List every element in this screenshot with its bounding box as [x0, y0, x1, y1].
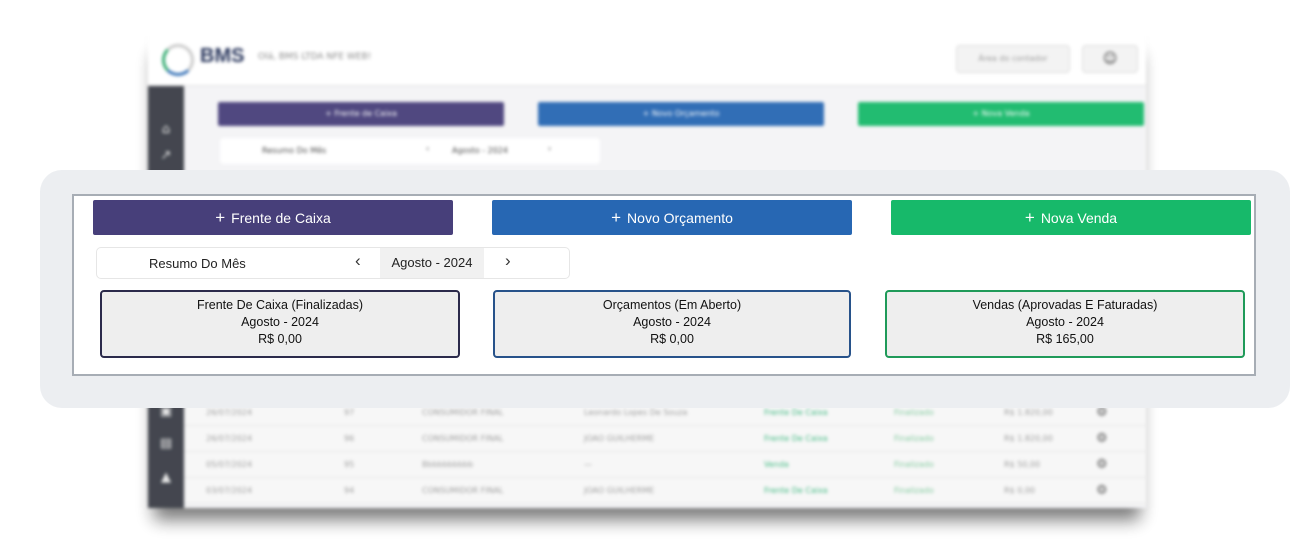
table-cell-origin: Frente De Caixa — [764, 434, 828, 443]
table-cell-status: Finalizado — [894, 408, 934, 417]
bg-prev-icon[interactable]: ‹ — [426, 144, 429, 153]
bg-novo-orcamento-button[interactable]: + Novo Orçamento — [538, 102, 824, 126]
plus-icon: + — [215, 208, 226, 227]
chevron-left-icon[interactable]: ‹ — [355, 252, 361, 269]
chart-icon[interactable]: ↗ — [157, 148, 175, 164]
accountant-area-button[interactable]: Área do contador — [956, 45, 1070, 73]
summary-label: Resumo Do Mês — [149, 256, 246, 271]
sales-table: 26/07/2024 97 CONSUMIDOR FINAL Leonardo Lop… — [184, 400, 1146, 504]
bg-summary-label: Resumo Do Mês — [262, 146, 327, 155]
table-row[interactable]: 03/07/2024 94 CONSUMIDOR FINAL JOAO GUILHER… — [184, 478, 1146, 504]
bg-frente-caixa-label: Frente de Caixa — [334, 109, 397, 118]
logo-text: BMS — [200, 45, 245, 67]
table-cell-origin: Venda — [764, 460, 789, 469]
store-icon[interactable]: ▲ — [157, 470, 175, 486]
card-amount: R$ 0,00 — [650, 332, 694, 346]
month-label: Agosto - 2024 — [391, 255, 473, 270]
table-cell-date: 26/07/2024 — [206, 408, 253, 417]
month-selector: Agosto - 2024 — [380, 248, 484, 278]
table-cell-seller: JOAO GUILHERME — [584, 434, 655, 443]
user-icon[interactable]: ☺ — [1082, 45, 1138, 73]
table-cell-seller: Leonardo Lopes De Souza — [584, 408, 688, 417]
gear-icon[interactable]: ⚙ — [1096, 431, 1108, 446]
novo-orcamento-button[interactable]: + Novo Orçamento — [492, 200, 852, 235]
table-cell-value: R$ 1.820,00 — [1004, 408, 1053, 417]
table-cell-number: 97 — [344, 408, 355, 417]
bg-next-icon[interactable]: › — [548, 144, 551, 153]
bg-novo-orcamento-label: Novo Orçamento — [651, 109, 720, 118]
bg-summary-bar: Resumo Do Mês ‹ Agosto - 2024 › — [220, 138, 600, 164]
table-cell-value: R$ 1.820,00 — [1004, 434, 1053, 443]
bg-frente-caixa-button[interactable]: + Frente de Caixa — [218, 102, 504, 126]
nova-venda-label: Nova Venda — [1040, 209, 1118, 226]
card-frente-caixa[interactable]: Frente De Caixa (Finalizadas) Agosto - 2… — [100, 290, 460, 358]
card-period: Agosto - 2024 — [633, 315, 711, 329]
card-period: Agosto - 2024 — [241, 315, 319, 329]
bg-nova-venda-label: Nova Venda — [981, 109, 1030, 118]
table-cell-client: CONSUMIDOR FINAL — [422, 434, 504, 443]
table-cell-status: Finalizado — [894, 434, 934, 443]
month-summary-bar: Resumo Do Mês ‹ Agosto - 2024 › — [96, 247, 570, 279]
card-title: Orçamentos (Em Aberto) — [602, 298, 742, 312]
gear-icon[interactable]: ⚙ — [1096, 483, 1108, 498]
table-cell-client: CONSUMIDOR FINAL — [422, 486, 504, 495]
table-row[interactable]: 05/07/2024 95 Bbbbbbbbbb — Venda Finalizado R$… — [184, 452, 1146, 478]
stage: BMS Olá, BMS LTDA NFE WEB! Área do conta… — [0, 0, 1316, 542]
gear-icon[interactable]: ⚙ — [1096, 457, 1108, 472]
card-title: Vendas (Aprovadas E Faturadas) — [972, 298, 1158, 312]
cash-icon[interactable]: ▤ — [157, 436, 175, 452]
table-cell-date: 05/07/2024 — [206, 460, 253, 469]
table-cell-status: Finalizado — [894, 486, 934, 495]
bg-month-label: Agosto - 2024 — [452, 146, 508, 155]
table-cell-date: 26/07/2024 — [206, 434, 253, 443]
greeting-text: Olá, BMS LTDA NFE WEB! — [258, 52, 372, 62]
nova-venda-button[interactable]: + Nova Venda — [891, 200, 1251, 235]
card-amount: R$ 0,00 — [258, 332, 302, 346]
table-cell-date: 03/07/2024 — [206, 486, 253, 495]
table-cell-origin: Frente De Caixa — [764, 408, 828, 417]
table-cell-value: R$ 50,00 — [1004, 460, 1041, 469]
card-amount: R$ 165,00 — [1036, 332, 1094, 346]
card-orcamentos[interactable]: Orçamentos (Em Aberto) Agosto - 2024 R$ … — [493, 290, 851, 358]
chevron-right-icon[interactable]: › — [505, 252, 511, 269]
frente-caixa-button[interactable]: + Frente de Caixa — [93, 200, 453, 235]
table-cell-value: R$ 0,00 — [1004, 486, 1036, 495]
table-cell-seller: JOAO GUILHERME — [584, 486, 655, 495]
table-cell-origin: Frente De Caixa — [764, 486, 828, 495]
card-period: Agosto - 2024 — [1026, 315, 1104, 329]
novo-orcamento-label: Novo Orçamento — [627, 209, 733, 226]
table-row[interactable]: 26/07/2024 96 CONSUMIDOR FINAL JOAO GUILHER… — [184, 426, 1146, 452]
table-cell-client: Bbbbbbbbbb — [422, 460, 474, 469]
table-cell-number: 96 — [344, 434, 355, 443]
card-vendas[interactable]: Vendas (Aprovadas E Faturadas) Agosto - … — [885, 290, 1245, 358]
plus-icon: + — [1024, 208, 1035, 227]
table-cell-client: CONSUMIDOR FINAL — [422, 408, 504, 417]
bg-nova-venda-button[interactable]: + Nova Venda — [858, 102, 1144, 126]
home-icon[interactable]: ⌂ — [157, 122, 175, 138]
logo-ring-icon — [162, 44, 194, 76]
table-cell-number: 95 — [344, 460, 355, 469]
top-bar: BMS Olá, BMS LTDA NFE WEB! Área do conta… — [148, 30, 1146, 86]
table-cell-seller: — — [584, 460, 592, 469]
card-title: Frente De Caixa (Finalizadas) — [196, 298, 364, 312]
plus-icon: + — [611, 208, 622, 227]
table-cell-number: 94 — [344, 486, 355, 495]
frente-caixa-label: Frente de Caixa — [231, 209, 331, 226]
table-cell-status: Finalizado — [894, 460, 934, 469]
